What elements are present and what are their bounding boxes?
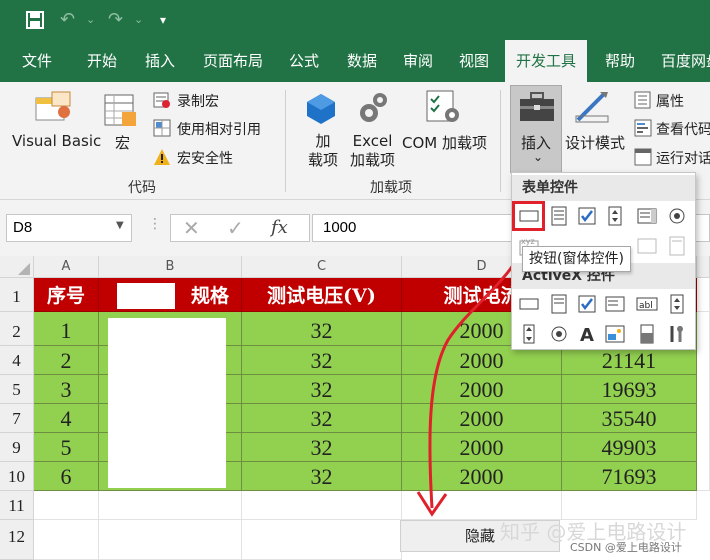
activex-list-box-icon[interactable] (604, 293, 626, 315)
more-controls-icon[interactable] (666, 323, 688, 345)
activex-option-button-icon[interactable] (548, 323, 570, 345)
csdn-watermark: CSDN @爱上电路设计 (570, 541, 682, 554)
activex-scroll-bar-icon[interactable] (518, 323, 540, 345)
activex-combo-box-icon[interactable] (548, 293, 570, 315)
toggle-button-icon[interactable] (636, 323, 658, 345)
activex-label-icon[interactable]: A (576, 323, 598, 345)
label-control-icon[interactable] (666, 235, 688, 257)
activex-spin-icon[interactable] (666, 293, 688, 315)
button-control-highlight (512, 201, 545, 231)
scroll-bar-icon[interactable] (636, 235, 658, 257)
combo-box-icon[interactable] (548, 205, 570, 227)
text-box-icon[interactable]: abl (636, 293, 658, 315)
svg-text:xyz: xyz (521, 237, 535, 246)
svg-text:abl: abl (639, 301, 653, 311)
command-button-icon[interactable] (518, 293, 540, 315)
button-control-tooltip: 按钮(窗体控件) (522, 246, 631, 272)
svg-text:A: A (580, 325, 594, 345)
activex-image-icon[interactable] (604, 323, 626, 345)
option-button-icon[interactable] (666, 205, 688, 227)
form-controls-header: 表单控件 (512, 175, 695, 201)
spin-button-icon[interactable] (604, 205, 626, 227)
activex-checkbox-icon[interactable] (576, 293, 598, 315)
list-box-icon[interactable] (636, 205, 658, 227)
checkbox-icon[interactable] (576, 205, 598, 227)
